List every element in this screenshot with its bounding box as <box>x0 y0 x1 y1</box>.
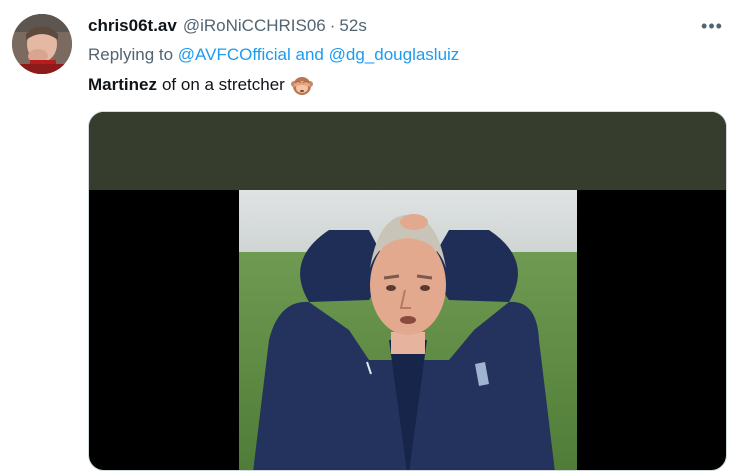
tweet-text: Martinez of on a stretcher <box>88 74 313 96</box>
avatar-image <box>12 14 72 74</box>
tweet-text-body: of on a stretcher <box>161 75 285 94</box>
video-still-image <box>239 190 577 470</box>
replying-to: Replying to @AVFCOfficial and @dg_dougla… <box>88 45 459 65</box>
avatar[interactable] <box>12 14 72 74</box>
mention-avfcofficial[interactable]: @AVFCOfficial <box>178 45 291 64</box>
display-name[interactable]: chris06t.av <box>88 16 177 36</box>
video-frame[interactable] <box>239 190 577 470</box>
reply-and[interactable]: and <box>296 45 324 64</box>
tweet-text-bold: Martinez <box>88 75 157 94</box>
more-options-icon[interactable]: ••• <box>698 12 726 40</box>
reply-prefix: Replying to <box>88 45 174 64</box>
timestamp[interactable]: 52s <box>339 16 366 36</box>
media-banner <box>89 112 726 190</box>
mention-dg-douglasluiz[interactable]: @dg_douglasluiz <box>329 45 460 64</box>
see-no-evil-monkey-icon <box>290 74 313 96</box>
separator: · <box>329 16 336 35</box>
tweet-header: chris06t.av @iRoNiCCHRIS06 · 52s <box>88 16 367 38</box>
tweet[interactable]: chris06t.av @iRoNiCCHRIS06 · 52s ••• Rep… <box>0 0 738 474</box>
tweet-media-video[interactable] <box>88 111 727 471</box>
user-handle[interactable]: @iRoNiCCHRIS06 <box>183 16 326 36</box>
